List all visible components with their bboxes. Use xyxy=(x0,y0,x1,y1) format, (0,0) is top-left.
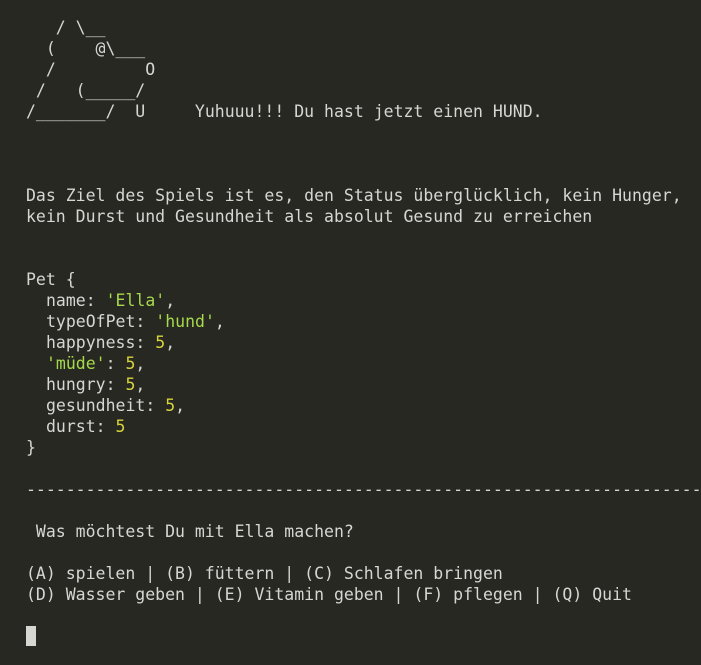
ascii-art-line: / (_____/ xyxy=(26,81,146,100)
field-value-number: 5 xyxy=(125,375,136,394)
pet-object: Pet { name: 'Ella', typeOfPet: 'hund', h… xyxy=(26,269,701,458)
field-comma: , xyxy=(135,354,146,373)
input-line[interactable] xyxy=(26,626,701,647)
field-key: name: xyxy=(46,291,106,310)
greeting-message: Yuhuuu!!! Du hast jetzt einen HUND. xyxy=(194,102,543,121)
field-value-number: 5 xyxy=(125,354,136,373)
ascii-art-line-with-greeting: /_______/ U Yuhuuu!!! Du hast jetzt eine… xyxy=(26,101,701,122)
pet-field-durst: durst: 5 xyxy=(26,416,701,437)
ascii-art-line: / \__ xyxy=(26,18,106,37)
field-value-number: 5 xyxy=(115,417,126,436)
field-key-string: 'müde' xyxy=(46,354,106,373)
ascii-dog-art: / \__ ( @\___ / O / (_____/ /_______/ U … xyxy=(26,17,701,122)
pet-object-close: } xyxy=(26,438,36,457)
pet-field-type: typeOfPet: 'hund', xyxy=(26,311,701,332)
text-cursor[interactable] xyxy=(26,626,36,646)
pet-object-open: Pet { xyxy=(26,270,76,289)
pet-field-name: name: 'Ella', xyxy=(26,290,701,311)
field-key: happyness: xyxy=(46,333,156,352)
field-separator: : xyxy=(105,354,126,373)
greeting-spacer xyxy=(145,102,195,121)
menu-options-line-1: (A) spielen | (B) füttern | (C) Schlafen… xyxy=(26,564,503,583)
prompt-question: Was möchtest Du mit Ella machen? xyxy=(26,522,354,541)
field-value-string: 'Ella' xyxy=(105,291,166,310)
goal-text-line-1: Das Ziel des Spiels ist es, den Status ü… xyxy=(26,186,682,205)
terminal-window[interactable]: / \__ ( @\___ / O / (_____/ /_______/ U … xyxy=(0,0,701,665)
field-comma: , xyxy=(214,312,225,331)
field-comma: , xyxy=(165,333,176,352)
pet-field-happyness: happyness: 5, xyxy=(26,332,701,353)
ascii-art-line: /_______/ U xyxy=(26,102,146,121)
field-key: typeOfPet: xyxy=(46,312,156,331)
field-value-number: 5 xyxy=(165,396,176,415)
field-key: hungry: xyxy=(46,375,126,394)
pet-field-gesundheit: gesundheit: 5, xyxy=(26,395,701,416)
pet-field-muede: 'müde': 5, xyxy=(26,353,701,374)
pet-field-hungry: hungry: 5, xyxy=(26,374,701,395)
ascii-art-line: ( @\___ xyxy=(26,39,146,58)
field-value-string: 'hund' xyxy=(155,312,215,331)
ascii-art-line: / O xyxy=(26,60,156,79)
field-comma: , xyxy=(135,375,146,394)
field-comma: , xyxy=(165,291,176,310)
field-comma: , xyxy=(175,396,186,415)
goal-text-line-2: kein Durst und Gesundheit als absolut Ge… xyxy=(26,207,593,226)
field-key: durst: xyxy=(46,417,116,436)
field-value-number: 5 xyxy=(155,333,166,352)
separator-line: ----------------------------------------… xyxy=(26,480,701,499)
field-key: gesundheit: xyxy=(46,396,166,415)
menu-options-line-2: (D) Wasser geben | (E) Vitamin geben | (… xyxy=(26,585,632,604)
